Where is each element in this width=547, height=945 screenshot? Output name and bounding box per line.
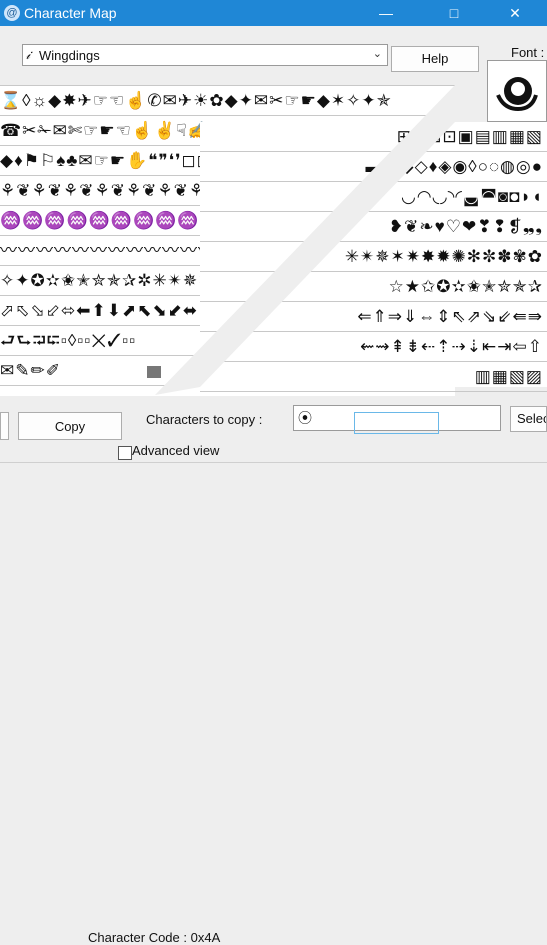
grid-row[interactable]: ◡◠◟◞◝◜◛◚◙◘◗◖ [200,182,547,212]
enlarged-character-icon [496,77,538,112]
select-button-left-edge[interactable] [0,412,9,440]
advanced-view-checkbox[interactable] [118,446,132,460]
character-preview [487,60,547,122]
copy-button[interactable]: Copy [18,412,122,440]
character-grid-right[interactable]: ⊞⊟⊠⊡▣▤▥▦▧ ▬▭◆◇♦◈◉◊○◌◍◎● ◡◠◟◞◝◜◛◚◙◘◗◖ ❥❦❧… [200,122,547,392]
select-button[interactable]: Selec [510,406,547,432]
grid-row[interactable]: ⌛◊☼◆✸✈☞☜☝✆✉✈☀✿◆✦✉✂☞☛◆✶✧✦✯ [0,86,455,116]
character-map-icon: @ [4,5,20,21]
font-label: Font : [511,45,545,60]
grid-row[interactable]: ⇐⇑⇒⇓⇔⇕⇖⇗⇘⇙⇚⇛ [200,302,547,332]
grid-row[interactable]: ✳✴✵✶✷✸✹✺✻✼✽✾✿ [200,242,547,272]
font-icon: 𝒾 [26,47,31,62]
characters-to-copy-label: Characters to copy : [146,412,263,427]
chevron-down-icon[interactable]: ⌄ [373,47,382,60]
characters-to-copy-input[interactable]: ⦿ [293,405,501,434]
focus-ring [354,412,439,434]
grid-row[interactable]: ▬▭◆◇♦◈◉◊○◌◍◎● [200,152,547,182]
grid-row[interactable]: ☆★✩✪✫✬✭✮✯✰ [200,272,547,302]
advanced-view-label: Advanced view [132,443,220,458]
maximize-button[interactable]: □ [431,0,477,26]
help-button[interactable]: Help [391,46,479,72]
title-bar: @ Character Map — □ ✕ [0,0,547,26]
font-dropdown[interactable]: 𝒾 Wingdings ⌄ [22,44,388,66]
close-button[interactable]: ✕ [492,0,538,26]
grid-row[interactable]: ❥❦❧♥♡❤❣❢❡❠❟ [200,212,547,242]
grid-row[interactable]: ▥▦▧▨ [200,362,547,392]
font-dropdown-value: Wingdings [39,48,100,63]
character-code-label: Character Code : 0x4A [88,930,221,945]
grid-row[interactable]: ⊞⊟⊠⊡▣▤▥▦▧ [200,122,547,152]
copied-character-icon: ⦿ [298,410,312,426]
grid-row[interactable]: ⇜⇝⇞⇟⇠⇡⇢⇣⇤⇥⇦⇧ [200,332,547,362]
minimize-button[interactable]: — [363,0,409,26]
window-title: Character Map [24,5,117,21]
status-bar: Character Code : 0x4A [0,462,547,945]
